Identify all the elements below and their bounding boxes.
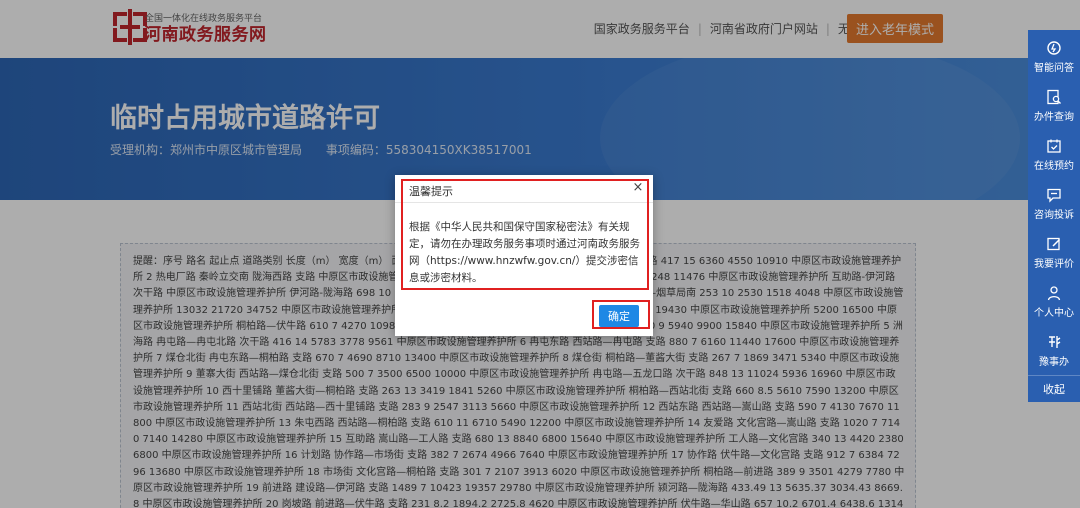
brand-icon xyxy=(1049,336,1061,348)
sidebar-item-label: 智能问答 xyxy=(1034,63,1074,74)
sidebar-item-label: 豫事办 xyxy=(1039,357,1069,368)
sidebar-item-label: 在线预约 xyxy=(1034,161,1074,172)
sidebar-item-smart-qa[interactable]: 智能问答 xyxy=(1028,34,1080,80)
document-search-icon xyxy=(1047,89,1061,105)
sidebar-item-case-query[interactable]: 办件查询 xyxy=(1028,83,1080,129)
sidebar-item-consult-complain[interactable]: 咨询投诉 xyxy=(1028,181,1080,227)
floating-sidebar: 智能问答 办件查询 在线预约 咨询投诉 我要评价 个人中心 豫事办 收起 xyxy=(1028,30,1080,402)
sidebar-item-label: 办件查询 xyxy=(1034,112,1074,123)
sidebar-item-online-booking[interactable]: 在线预约 xyxy=(1028,132,1080,178)
calendar-icon xyxy=(1047,139,1061,153)
sidebar-item-label: 我要评价 xyxy=(1034,259,1074,270)
sidebar-item-label: 个人中心 xyxy=(1034,308,1074,319)
user-icon xyxy=(1047,286,1061,301)
highlight-box-notice xyxy=(401,179,649,290)
chat-bot-icon xyxy=(1047,41,1061,55)
message-icon xyxy=(1047,188,1061,203)
sidebar-item-evaluate[interactable]: 我要评价 xyxy=(1028,230,1080,276)
sidebar-item-yushiban[interactable]: 豫事办 xyxy=(1028,328,1080,374)
sidebar-item-personal-center[interactable]: 个人中心 xyxy=(1028,279,1080,325)
sidebar-collapse-button[interactable]: 收起 xyxy=(1028,375,1080,402)
sidebar-item-label: 咨询投诉 xyxy=(1034,210,1074,221)
edit-icon xyxy=(1047,237,1061,251)
highlight-box-confirm xyxy=(592,300,650,329)
